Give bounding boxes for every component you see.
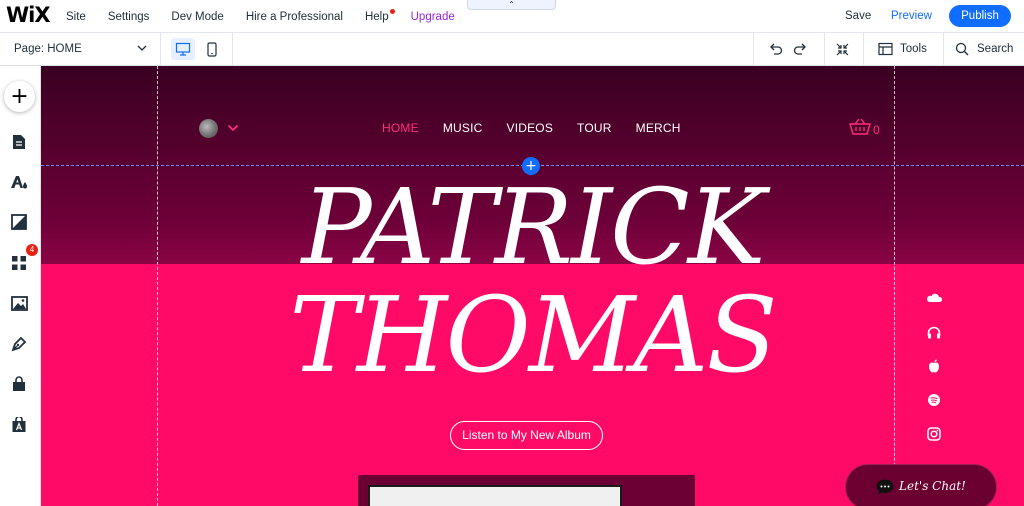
chat-icon	[876, 479, 894, 495]
mobile-view-button[interactable]	[204, 38, 220, 60]
apps-badge: 4	[26, 244, 38, 256]
editor-toolbar: Page: HOME Tools Search	[0, 33, 1024, 66]
tools-button[interactable]: Tools	[900, 43, 927, 55]
page-selector-label[interactable]: Page: HOME	[14, 43, 82, 55]
hero-title-line-1[interactable]: PATRICK	[41, 172, 1024, 282]
store-icon[interactable]	[10, 375, 28, 393]
nav-videos[interactable]: VIDEOS	[506, 121, 553, 135]
chevron-down-icon[interactable]	[227, 123, 239, 133]
fonts-icon[interactable]	[10, 416, 28, 434]
chat-label: Let's Chat!	[899, 479, 966, 493]
left-sidebar: + 4	[0, 67, 41, 506]
chevron-down-icon[interactable]	[136, 42, 148, 54]
media-icon[interactable]	[10, 294, 28, 312]
apple-icon[interactable]	[926, 359, 942, 373]
publish-button[interactable]: Publish	[949, 5, 1011, 27]
tools-icon[interactable]	[878, 42, 893, 56]
toolbar-divider	[753, 33, 754, 66]
nav-tour[interactable]: TOUR	[577, 121, 612, 135]
mobile-icon	[207, 41, 217, 57]
avatar[interactable]	[199, 119, 218, 138]
toolbar-divider	[232, 33, 233, 66]
editor-top-bar: WiX Site Settings Dev Mode Hire a Profes…	[0, 0, 1024, 33]
spotify-icon[interactable]	[926, 393, 942, 407]
pen-icon[interactable]	[10, 335, 28, 353]
menu-help[interactable]: Help	[364, 8, 395, 23]
site-navigation: HOME MUSIC VIDEOS TOUR MERCH	[382, 121, 705, 135]
preview-button[interactable]: Preview	[891, 10, 932, 22]
toolbar-divider	[943, 33, 944, 66]
design-icon[interactable]	[10, 173, 28, 191]
toolbar-divider	[160, 33, 161, 66]
help-notification-dot	[389, 8, 395, 14]
instagram-icon[interactable]	[926, 427, 942, 441]
toolbar-divider	[863, 33, 864, 66]
apps-icon[interactable]	[10, 254, 28, 272]
nav-home[interactable]: HOME	[382, 121, 419, 135]
hero-title-line-2[interactable]: THOMAS	[41, 280, 1024, 390]
cart-icon[interactable]	[849, 118, 871, 136]
menu-site[interactable]: Site	[66, 11, 86, 23]
nav-music[interactable]: MUSIC	[443, 121, 483, 135]
soundcloud-icon[interactable]	[926, 291, 942, 305]
headphones-icon[interactable]	[926, 325, 942, 339]
toolbar-divider	[824, 33, 825, 66]
top-menu: Site Settings Dev Mode Hire a Profession…	[66, 0, 477, 33]
nav-merch[interactable]: MERCH	[636, 121, 681, 135]
add-elements-button[interactable]: +	[4, 81, 35, 112]
menu-upgrade[interactable]: Upgrade	[411, 11, 455, 23]
desktop-view-button[interactable]	[171, 38, 195, 60]
zoom-out-icon[interactable]	[835, 42, 850, 57]
save-button[interactable]: Save	[845, 10, 871, 22]
cart-count: 0	[873, 123, 880, 137]
menu-settings[interactable]: Settings	[108, 11, 150, 23]
search-icon[interactable]	[955, 42, 969, 56]
listen-album-button[interactable]: Listen to My New Album	[450, 421, 603, 450]
chevron-up-icon: ⌃	[508, 0, 515, 9]
album-image-frame[interactable]	[358, 475, 695, 506]
wix-logo[interactable]: WiX	[6, 3, 51, 27]
menu-hire-professional[interactable]: Hire a Professional	[246, 11, 343, 23]
desktop-icon	[175, 42, 191, 56]
search-button[interactable]: Search	[977, 43, 1013, 55]
menu-dev-mode[interactable]: Dev Mode	[171, 11, 223, 23]
menu-help-label: Help	[364, 10, 389, 23]
album-cover-image	[368, 485, 622, 506]
collapse-toolbar-toggle[interactable]: ⌃	[467, 0, 556, 10]
pages-icon[interactable]	[10, 133, 28, 151]
undo-icon[interactable]	[768, 42, 783, 56]
site-canvas[interactable]: + HOME MUSIC VIDEOS TOUR MERCH 0 PATRICK…	[41, 66, 1024, 506]
background-icon[interactable]	[10, 213, 28, 231]
redo-icon[interactable]	[793, 42, 808, 56]
